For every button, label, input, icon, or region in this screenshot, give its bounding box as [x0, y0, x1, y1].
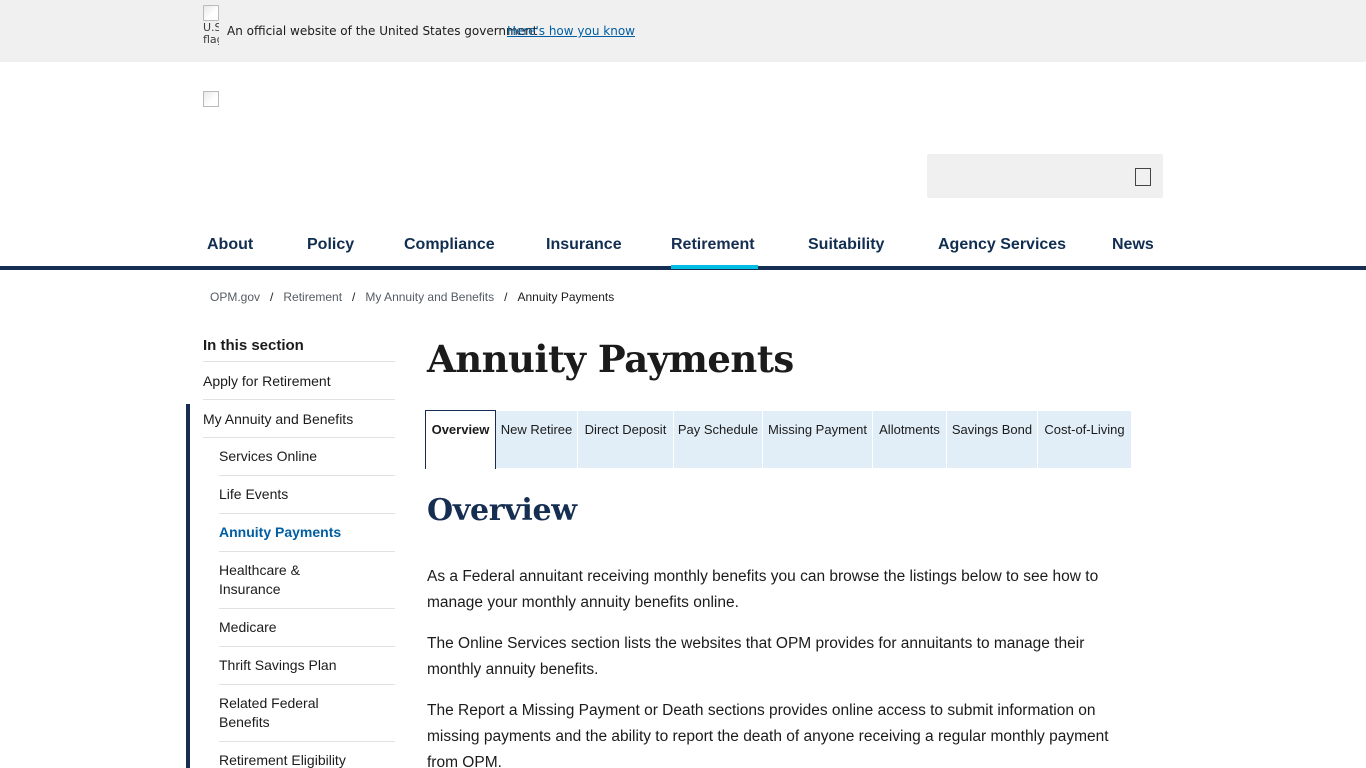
breadcrumb-separator: /	[352, 290, 356, 304]
sidenav: In this section Apply for Retirement My …	[203, 336, 395, 768]
search-icon[interactable]	[1135, 168, 1151, 186]
nav-item-insurance[interactable]: Insurance	[546, 222, 622, 267]
sidenav-item-my-annuity[interactable]: My Annuity and Benefits	[203, 400, 395, 438]
breadcrumb: OPM.gov / Retirement / My Annuity and Benefi…	[210, 290, 614, 304]
tab-direct-deposit[interactable]: Direct Deposit	[578, 411, 673, 468]
tab-allotments[interactable]: Allotments	[873, 411, 946, 468]
main-nav: About Policy Compliance Insurance Retire…	[0, 222, 1366, 270]
breadcrumb-retirement[interactable]: Retirement	[283, 290, 342, 304]
tab-savings-bond[interactable]: Savings Bond	[947, 411, 1037, 468]
content-paragraph: As a Federal annuitant receiving monthly…	[427, 568, 1099, 611]
broken-image-icon	[203, 5, 219, 21]
tab-pay-schedule[interactable]: Pay Schedule	[674, 411, 762, 468]
tab-new-retiree[interactable]: New Retiree	[496, 411, 577, 468]
sidenav-item-eligibility-surveys[interactable]: Retirement Eligibility Surveys	[219, 742, 395, 768]
nav-item-suitability[interactable]: Suitability	[808, 222, 884, 267]
us-flag-icon: U.S. flag	[203, 5, 219, 55]
breadcrumb-my-annuity[interactable]: My Annuity and Benefits	[365, 290, 494, 304]
sidenav-item-healthcare[interactable]: Healthcare & Insurance	[219, 552, 395, 609]
opm-logo[interactable]	[203, 91, 219, 107]
nav-item-retirement[interactable]: Retirement	[671, 222, 755, 267]
sidenav-item-tsp[interactable]: Thrift Savings Plan	[219, 647, 395, 685]
search-input[interactable]	[927, 154, 1127, 198]
sidenav-item-apply[interactable]: Apply for Retirement	[203, 362, 395, 400]
sidenav-item-life-events[interactable]: Life Events	[219, 476, 395, 514]
gov-banner: U.S. flag An official website of the Uni…	[0, 0, 1366, 62]
sidenav-item-annuity-payments[interactable]: Annuity Payments	[219, 514, 395, 552]
tab-missing-payment[interactable]: Missing Payment	[763, 411, 872, 468]
breadcrumb-opm[interactable]: OPM.gov	[210, 290, 260, 304]
nav-item-agency-services[interactable]: Agency Services	[938, 222, 1066, 267]
breadcrumb-current: Annuity Payments	[517, 290, 615, 304]
gov-banner-text: An official website of the United States…	[227, 24, 538, 38]
breadcrumb-separator: /	[270, 290, 274, 304]
heres-how-you-know-link[interactable]: Here's how you know	[507, 24, 635, 38]
content-paragraph: The Online Services section lists the we…	[427, 635, 1085, 678]
sidenav-active-bar	[186, 404, 190, 768]
tab-cost-of-living[interactable]: Cost-of-Living	[1038, 411, 1131, 468]
section-heading: Overview	[427, 493, 577, 528]
page-title: Annuity Payments	[427, 337, 794, 381]
sidenav-item-services-online[interactable]: Services Online	[219, 438, 395, 476]
content-paragraph: The Report a Missing Payment or Death se…	[427, 702, 1109, 768]
nav-item-news[interactable]: News	[1112, 222, 1154, 267]
flag-alt-text: U.S. flag	[203, 21, 219, 46]
sidenav-title: In this section	[203, 336, 395, 362]
nav-item-about[interactable]: About	[207, 222, 253, 267]
nav-item-policy[interactable]: Policy	[307, 222, 354, 267]
sidenav-item-related-federal[interactable]: Related Federal Benefits	[219, 685, 395, 742]
breadcrumb-separator: /	[504, 290, 508, 304]
search-box	[927, 154, 1163, 198]
tabs: Overview New Retiree Direct Deposit Pay …	[425, 410, 1131, 469]
nav-active-indicator	[671, 265, 758, 269]
sidenav-item-medicare[interactable]: Medicare	[219, 609, 395, 647]
tab-overview[interactable]: Overview	[425, 410, 496, 469]
nav-item-compliance[interactable]: Compliance	[404, 222, 495, 267]
